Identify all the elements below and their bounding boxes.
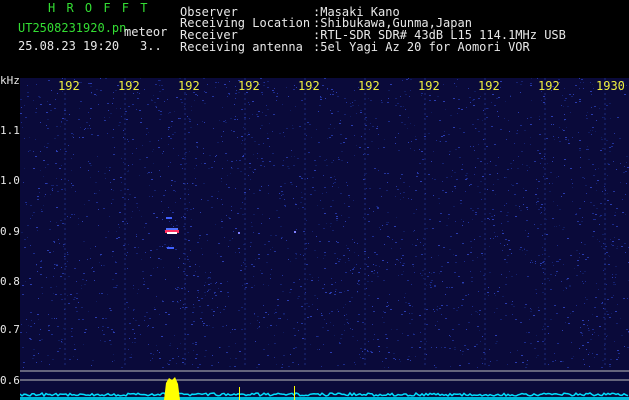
y-tick: 1.0	[0, 174, 20, 187]
x-tick: 192	[538, 79, 560, 93]
x-tick: 192	[118, 79, 140, 93]
app-title: H R O F F T	[48, 1, 150, 15]
filename-label: UT2508231920.pn	[18, 21, 127, 35]
y-tick: 0.7	[0, 323, 20, 336]
datetime-label: 25.08.23 19:20	[18, 39, 120, 53]
signal-dot	[294, 231, 296, 233]
y-tick: 0.6	[0, 374, 20, 387]
y-tick: 0.9	[0, 225, 20, 238]
signal-dot	[238, 232, 240, 234]
x-tick: 192	[58, 79, 80, 93]
x-tick: 1930	[596, 79, 625, 93]
x-tick: 192	[178, 79, 200, 93]
y-tick: 1.1	[0, 124, 20, 137]
waterfall-spectrogram	[20, 78, 629, 400]
antenna-label: Receiving antenna	[180, 40, 303, 54]
waterfall-background	[20, 78, 629, 400]
count-label: 3..	[140, 39, 162, 53]
x-tick: 192	[478, 79, 500, 93]
x-tick: 192	[358, 79, 380, 93]
x-tick: 192	[298, 79, 320, 93]
y-axis-unit: kHz	[0, 74, 20, 87]
antenna-value: :5el Yagi Az 20 for Aomori VOR	[313, 40, 530, 54]
y-tick: 0.8	[0, 275, 20, 288]
x-tick: 192	[418, 79, 440, 93]
mode-label: meteor	[124, 25, 168, 39]
x-tick: 192	[238, 79, 260, 93]
